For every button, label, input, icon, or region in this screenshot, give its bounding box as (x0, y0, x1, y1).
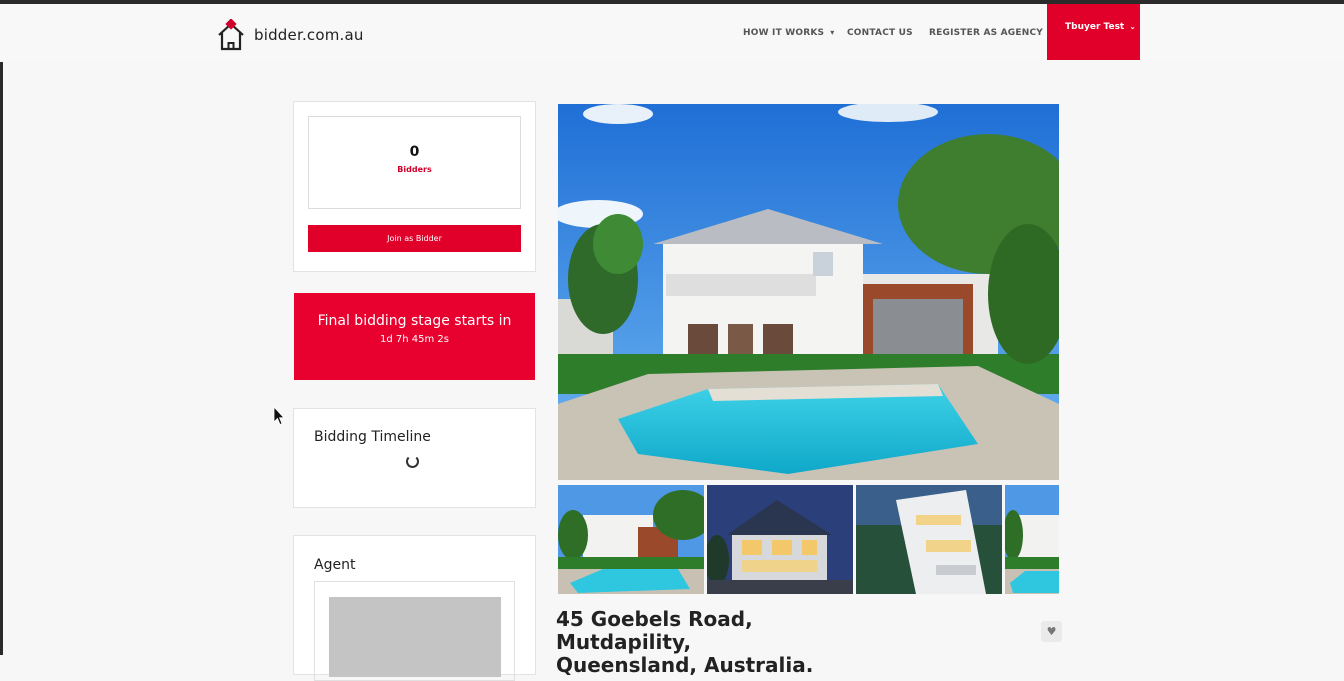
window-left-border (0, 0, 3, 655)
house-pool-image (558, 104, 1059, 480)
logo-text: bidder.com.au (254, 26, 364, 44)
agent-heading: Agent (314, 557, 356, 573)
property-address: 45 Goebels Road, Mutdapility, Queensland… (556, 608, 886, 677)
property-thumbnail-3[interactable] (856, 485, 1002, 594)
bidding-timeline-card: Bidding Timeline (293, 408, 536, 508)
property-main-photo[interactable] (558, 104, 1059, 480)
favorite-button[interactable]: ♥ (1041, 621, 1062, 642)
final-stage-countdown: 1d 7h 45m 2s (380, 334, 449, 345)
site-logo[interactable]: bidder.com.au (216, 18, 364, 52)
address-line-1: 45 Goebels Road, Mutdapility, (556, 607, 753, 654)
address-line-2: Queensland, Australia. (556, 653, 814, 677)
user-menu-label: Tbuyer Test (1065, 22, 1125, 32)
bidders-label: Bidders (397, 165, 432, 174)
nav-contact-us[interactable]: CONTACT US (847, 28, 913, 38)
agent-card: Agent (293, 535, 536, 681)
final-stage-banner: Final bidding stage starts in 1d 7h 45m … (294, 293, 535, 380)
thumbnail-image (1005, 485, 1059, 594)
property-thumbnail-4[interactable] (1005, 485, 1059, 594)
house-logo-icon (218, 19, 244, 51)
final-stage-title: Final bidding stage starts in (317, 313, 512, 329)
nav-how-it-works-label: HOW IT WORKS (743, 28, 825, 38)
thumbnail-image (856, 485, 1002, 594)
nav-how-it-works[interactable]: HOW IT WORKS ▾ (743, 28, 834, 38)
bidders-count: 0 (409, 144, 420, 160)
agent-photo-frame (314, 581, 515, 681)
property-thumbnail-1[interactable] (558, 485, 704, 594)
user-menu-button[interactable]: Tbuyer Test ⌄ (1047, 4, 1140, 60)
mouse-cursor-icon (273, 406, 285, 426)
bidders-count-box: 0 Bidders (308, 116, 521, 209)
property-thumbnail-2[interactable] (707, 485, 853, 594)
heart-icon: ♥ (1046, 625, 1057, 638)
thumbnail-image (707, 485, 853, 594)
bidders-card: 0 Bidders Join as Bidder (293, 101, 536, 272)
thumbnail-image (558, 485, 704, 594)
agent-photo (329, 597, 501, 677)
join-as-bidder-button[interactable]: Join as Bidder (308, 225, 521, 252)
bidding-timeline-heading: Bidding Timeline (314, 429, 431, 445)
chevron-down-icon: ▾ (830, 28, 835, 37)
nav-register-agency[interactable]: REGISTER AS AGENCY (929, 28, 1043, 38)
chevron-down-icon: ⌄ (1129, 22, 1136, 31)
spinner-icon (406, 455, 419, 468)
site-header: bidder.com.au HOW IT WORKS ▾ CONTACT US R… (0, 4, 1344, 62)
